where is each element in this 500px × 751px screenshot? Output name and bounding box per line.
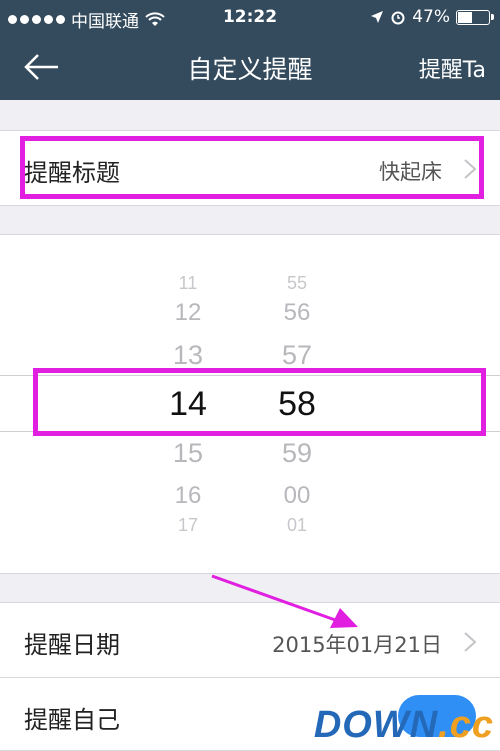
watermark-logo: DOWN.cc [313,704,494,746]
hour-option[interactable]: 16 [148,482,228,510]
remind-self-label: 提醒自己 [24,706,120,734]
minute-option[interactable]: 56 [257,299,337,327]
title-row-highlight [20,136,484,199]
nav-bar: 自定义提醒 提醒Ta [0,34,500,100]
hour-option[interactable]: 12 [148,299,228,327]
status-bar: 中国联通 12:22 47% [0,0,500,34]
hour-option[interactable]: 15 [148,438,228,469]
minute-option[interactable]: 55 [257,273,337,294]
reminder-date-value: 2015年01月21日 [272,633,442,657]
hour-option[interactable]: 13 [148,340,228,371]
minute-option[interactable]: 01 [257,515,337,536]
hour-option[interactable]: 17 [148,515,228,536]
reminder-date-row[interactable]: 提醒日期 2015年01月21日 [0,602,500,678]
chevron-right-icon [464,632,477,652]
battery-icon [456,9,494,25]
time-highlight [33,368,486,436]
remind-ta-button[interactable]: 提醒Ta [419,52,486,84]
minute-option[interactable]: 59 [257,438,337,469]
battery-percent: 47% [412,7,450,27]
alarm-icon [391,11,405,25]
hour-option[interactable]: 11 [148,273,228,294]
minute-option[interactable]: 00 [257,482,337,510]
location-icon [371,11,384,23]
status-right: 47% [370,7,494,27]
reminder-date-label: 提醒日期 [24,631,120,659]
minute-option[interactable]: 57 [257,340,337,371]
